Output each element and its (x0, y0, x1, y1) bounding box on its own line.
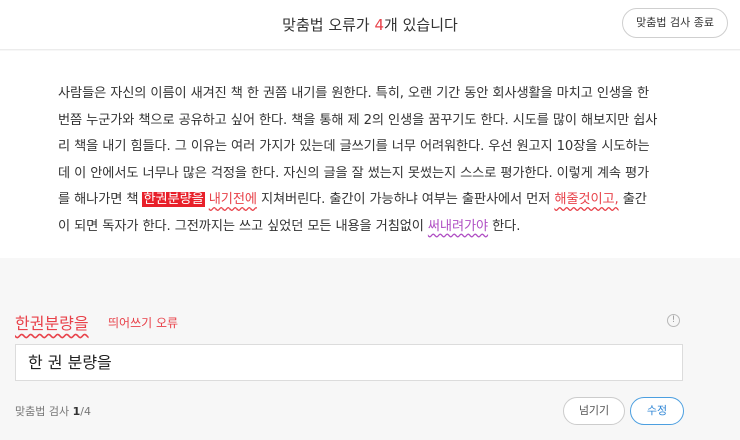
error-type-label: 띄어쓰기 오류 (108, 316, 179, 330)
text-segment: 이 되면 독자가 한다. 그전까지는 쓰고 싶었던 모든 내용을 거침없이 (58, 218, 428, 234)
correction-panel: 한권분량을 띄어쓰기 오류 ! 한 권 분량을 맞춤법 검사 1/4 넘기기 수… (0, 258, 740, 440)
skip-button[interactable]: 넘기기 (563, 397, 625, 425)
error-count: 4 (374, 16, 385, 34)
end-spellcheck-button[interactable]: 맞춤법 검사 종료 (622, 8, 728, 38)
error-highlight[interactable]: 써내려가야 (428, 219, 488, 234)
text-line: 리 책을 내기 힘들다. 그 이유는 여러 가지가 있는데 글쓰기를 너무 어려… (58, 139, 650, 154)
document-text: 사람들은 자신의 이름이 새겨진 책 한 권쯤 내기를 원한다. 특히, 오랜 … (58, 81, 718, 240)
title-prefix: 맞춤법 오류가 (282, 16, 375, 34)
fix-button[interactable]: 수정 (630, 397, 684, 425)
text-line: 를 해나가면 책 한권분량을 내기전에 지쳐버린다. 출간이 가능하냐 여부는 … (58, 187, 718, 214)
text-line: 이 되면 독자가 한다. 그전까지는 쓰고 싶었던 모든 내용을 거침없이 써내… (58, 214, 718, 241)
text-segment: 지쳐버린다. 출간이 가능하냐 여부는 출판사에서 먼저 (256, 192, 555, 207)
suggestion-field[interactable]: 한 권 분량을 (15, 344, 683, 381)
text-segment: 출간 (618, 192, 647, 207)
info-icon[interactable]: ! (667, 314, 680, 327)
spellcheck-header: 맞춤법 오류가 4개 있습니다 맞춤법 검사 종료 (0, 0, 740, 50)
current-error-highlight[interactable]: 한권분량을 (142, 192, 205, 207)
text-segment: 를 해나가면 책 (58, 192, 143, 207)
document-area: 사람들은 자신의 이름이 새겨진 책 한 권쯤 내기를 원한다. 특히, 오랜 … (0, 51, 740, 258)
progress-label: 맞춤법 검사 (15, 405, 73, 418)
progress-total: /4 (80, 405, 91, 418)
text-line: 데 이 안에서도 너무나 많은 걱정을 한다. 자신의 글을 잘 썼는지 못썼는… (58, 165, 650, 181)
spellcheck-progress: 맞춤법 검사 1/4 (15, 403, 91, 419)
title-suffix: 개 있습니다 (384, 16, 458, 34)
text-line: 번쯤 누군가와 책으로 공유하고 싶어 한다. 책을 통해 제 2의 인생을 꿈… (58, 112, 658, 128)
error-word: 한권분량을 (15, 314, 89, 333)
text-segment: 한다. (488, 218, 521, 234)
text-line: 사람들은 자신의 이름이 새겨진 책 한 권쯤 내기를 원한다. 특히, 오랜 … (58, 86, 650, 101)
error-highlight[interactable]: 내기전에 (209, 192, 257, 207)
error-highlight[interactable]: 해줄것이고, (554, 192, 618, 207)
